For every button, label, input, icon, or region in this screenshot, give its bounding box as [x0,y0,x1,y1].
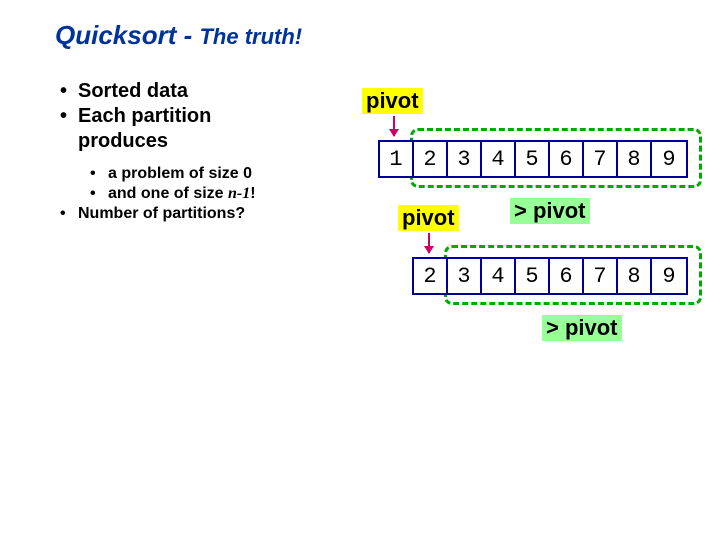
gt-pivot-label-1: > pivot [510,198,590,224]
array-cell: 6 [550,142,584,176]
title-main: Quicksort - [55,20,192,50]
array-cell: 5 [516,259,550,293]
array-cell: 7 [584,142,618,176]
array-cell: 9 [652,142,686,176]
array-cell: 3 [448,259,482,293]
title-sub: The truth! [199,24,302,49]
bullet-3: Number of partitions? [78,205,245,222]
array-cell: 3 [448,142,482,176]
gt-pivot-label-2: > pivot [542,315,622,341]
array-cell: 2 [414,259,448,293]
pivot-label-top: pivot [362,88,423,114]
bullet-1: Sorted data [78,80,188,102]
array-cell: 9 [652,259,686,293]
array-row-1: 123456789 [378,140,688,178]
array-cell: 7 [584,259,618,293]
arrow-icon [428,233,430,253]
bullet-2b: produces [78,130,168,152]
array-cell: 4 [482,142,516,176]
sub-bullet-2b: n-1 [228,185,250,202]
array-cell: 8 [618,259,652,293]
bullet-list: •Sorted data •Each partition produces •a… [60,80,256,225]
pivot-label-2: pivot [398,205,459,231]
array-cell: 8 [618,142,652,176]
arrow-icon [393,116,395,136]
array-cell: 5 [516,142,550,176]
array-cell: 6 [550,259,584,293]
sub-bullet-1: a problem of size 0 [108,165,252,182]
bullet-2a: Each partition [78,105,211,127]
slide-title: Quicksort - The truth! [55,20,302,51]
array-cell: 1 [380,142,414,176]
array-cell: 2 [414,142,448,176]
sub-bullet-2a: and one of size [108,185,228,202]
sub-bullet-2c: ! [250,185,255,202]
array-row-2: 23456789 [412,257,688,295]
array-cell: 4 [482,259,516,293]
